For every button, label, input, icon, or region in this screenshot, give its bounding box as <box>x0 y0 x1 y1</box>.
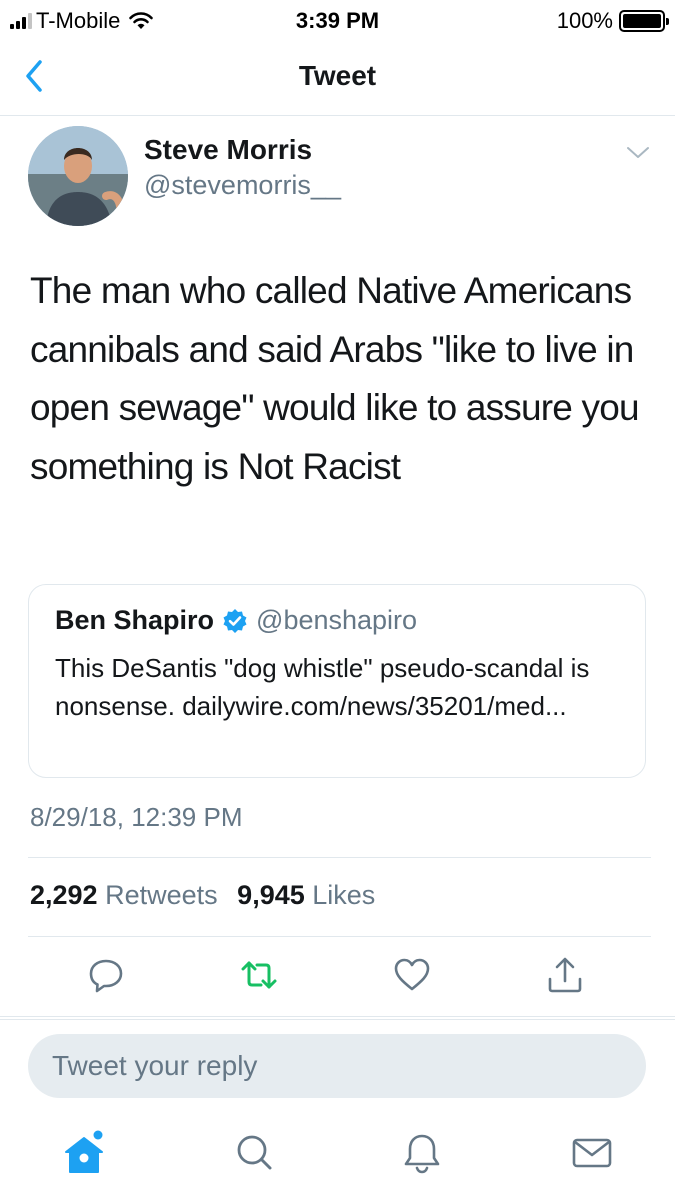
avatar-image <box>28 126 128 226</box>
divider <box>28 936 651 937</box>
page-title: Tweet <box>298 60 377 91</box>
home-icon <box>65 1130 103 1173</box>
quoted-tweet-header: Ben Shapiro @benshapiro <box>55 605 417 636</box>
like-icon <box>394 958 430 991</box>
avatar[interactable] <box>28 126 128 226</box>
quoted-tweet[interactable]: Ben Shapiro @benshapiro This DeSantis "d… <box>28 584 646 778</box>
reply-placeholder: Tweet your reply <box>52 1050 258 1081</box>
nav-bar: Tweet <box>0 40 675 116</box>
tweet-text: The man who called Native Americans cann… <box>30 270 640 487</box>
tweet-actions <box>0 955 675 1005</box>
status-bar: T-Mobile 3:39 PM 100% <box>0 0 675 40</box>
tab-notifications[interactable] <box>400 1128 444 1176</box>
reply-input[interactable]: Tweet your reply <box>28 1034 646 1098</box>
retweet-icon <box>241 961 277 989</box>
author-handle[interactable]: @stevemorris__ <box>144 170 341 201</box>
author-name[interactable]: Steve Morris <box>144 134 312 166</box>
reply-icon <box>89 959 123 993</box>
likes-label[interactable]: Likes <box>312 880 375 910</box>
quoted-author-name: Ben Shapiro <box>55 605 215 635</box>
retweets-label[interactable]: Retweets <box>105 880 218 910</box>
battery-group: 100% <box>556 8 669 34</box>
battery-icon <box>619 10 669 32</box>
messages-icon <box>572 1138 612 1168</box>
retweets-count[interactable]: 2,292 <box>30 880 98 910</box>
share-icon <box>548 957 582 993</box>
divider <box>28 857 651 858</box>
tweet-timestamp: 8/29/18, 12:39 PM <box>30 802 243 832</box>
more-options-button[interactable] <box>625 144 651 162</box>
notifications-icon <box>404 1134 440 1174</box>
tab-bar <box>0 1120 675 1200</box>
reply-button[interactable] <box>86 955 126 995</box>
share-button[interactable] <box>545 955 585 995</box>
retweet-button[interactable] <box>239 955 279 995</box>
search-icon <box>237 1135 272 1170</box>
tab-home[interactable] <box>62 1128 106 1176</box>
quoted-tweet-text: This DeSantis "dog whistle" pseudo-scand… <box>55 653 590 721</box>
verified-badge-icon <box>223 608 247 633</box>
section-divider <box>0 1016 675 1020</box>
likes-count[interactable]: 9,945 <box>237 880 305 910</box>
like-button[interactable] <box>392 955 432 995</box>
quoted-author-handle: @benshapiro <box>256 605 418 635</box>
tab-messages[interactable] <box>570 1128 614 1176</box>
battery-percent: 100% <box>556 8 613 33</box>
tweet-stats: 2,292 Retweets 9,945 Likes <box>30 880 387 911</box>
tab-search[interactable] <box>232 1128 276 1176</box>
chevron-down-icon <box>627 147 649 158</box>
battery-level <box>623 14 661 28</box>
